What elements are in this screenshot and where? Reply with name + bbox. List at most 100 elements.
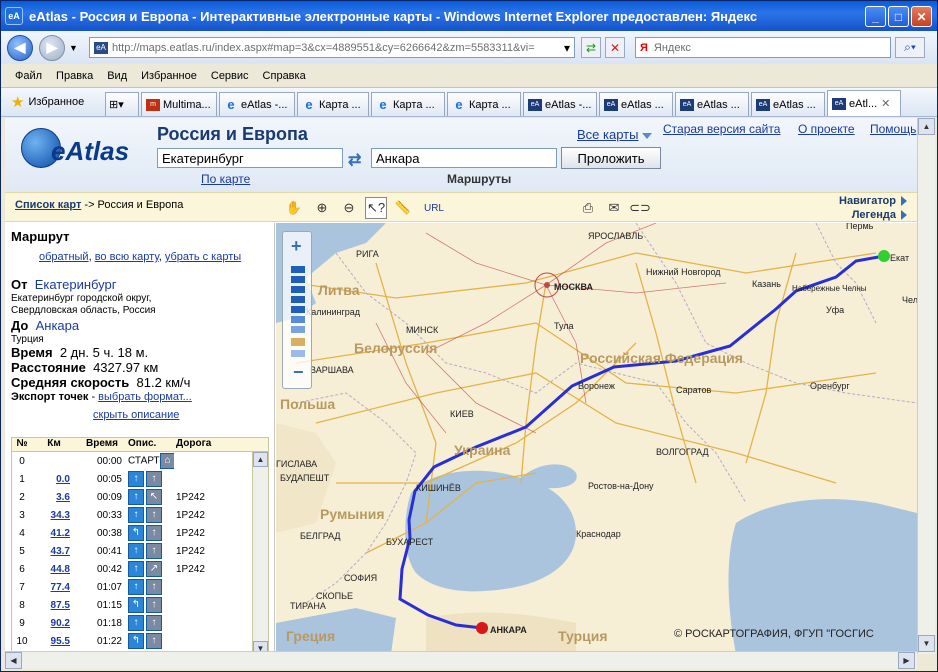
zoom-out-icon[interactable]: ⊖ xyxy=(338,197,360,219)
by-map-link[interactable]: По карте xyxy=(201,172,250,186)
zoom-slider-thumb[interactable] xyxy=(291,338,305,346)
search-go-icon[interactable]: ⌕▾ xyxy=(895,37,925,58)
info-pointer-icon[interactable]: ↖? xyxy=(365,197,387,219)
tab-eatlas-1[interactable]: e eAtlas -... xyxy=(219,92,295,116)
table-row[interactable]: 5 43.7 00:41 ↑ ↑ 1Р242 xyxy=(12,542,268,560)
link-icon[interactable]: ⊂⊃ xyxy=(629,197,651,219)
export-format-link[interactable]: выбрать формат... xyxy=(98,391,192,403)
scroll-right-icon[interactable]: ▶ xyxy=(898,652,915,669)
table-row[interactable]: 8 87.5 01:15 ↰ ↑ xyxy=(12,596,268,614)
ruler-icon[interactable]: 📏 xyxy=(392,197,414,219)
address-field[interactable]: eA http://maps.eatlas.ru/index.aspx#map=… xyxy=(89,37,575,58)
remove-link[interactable]: убрать с карты xyxy=(165,251,241,263)
zoom-plus-icon[interactable]: + xyxy=(291,236,302,257)
table-row[interactable]: 6 44.8 00:42 ↑ ↗ 1Р242 xyxy=(12,560,268,578)
url-dropdown-icon[interactable]: ▾ xyxy=(557,37,577,58)
zoom-minus-icon[interactable]: − xyxy=(293,362,304,383)
search-field[interactable]: Я Яндекс xyxy=(635,37,891,58)
old-version-link[interactable]: Старая версия сайта xyxy=(663,122,780,136)
step-km-link[interactable]: 43.7 xyxy=(32,546,76,557)
close-tab-icon[interactable]: ✕ xyxy=(881,97,890,110)
scroll-up-icon[interactable]: ▲ xyxy=(918,118,935,135)
refresh-icon[interactable]: ⇄ xyxy=(581,37,601,58)
zoom-level-segment[interactable] xyxy=(291,286,305,293)
zoom-level-segment[interactable] xyxy=(291,316,305,323)
table-row[interactable]: 7 77.4 01:07 ↑ ↑ xyxy=(12,578,268,596)
tab-eatlas-5[interactable]: eA eAtlas ... xyxy=(751,92,825,116)
tab-karta-1[interactable]: e Карта ... xyxy=(297,92,369,116)
table-row[interactable]: 9 90.2 01:18 ↑ ↑ xyxy=(12,614,268,632)
zoom-level-segment[interactable] xyxy=(291,306,305,313)
step-km-link[interactable]: 95.5 xyxy=(32,636,76,647)
map-view[interactable]: Литва Белоруссия Российская Федерация По… xyxy=(276,223,917,654)
menu-favorites[interactable]: Избранное xyxy=(141,70,197,82)
back-button[interactable]: ◀ xyxy=(7,34,33,61)
legend-link[interactable]: Легенда xyxy=(852,209,907,221)
table-scrollbar[interactable]: ▲ ▼ xyxy=(252,452,268,654)
reverse-link[interactable]: обратный xyxy=(39,251,89,263)
maximize-button[interactable]: □ xyxy=(888,6,909,27)
mail-icon[interactable]: ✉ xyxy=(603,197,625,219)
map-list-link[interactable]: Список карт xyxy=(15,199,81,211)
step-km-link[interactable]: 3.6 xyxy=(32,492,76,503)
step-km-link[interactable]: 44.8 xyxy=(32,564,76,575)
quick-tabs-button[interactable]: ⊞▾ xyxy=(105,92,139,116)
tab-karta-2[interactable]: e Карта ... xyxy=(371,92,445,116)
tab-eatlas-3[interactable]: eA eAtlas ... xyxy=(599,92,673,116)
forward-button[interactable]: ▶ xyxy=(39,34,65,61)
about-link[interactable]: О проекте xyxy=(798,122,855,136)
step-km-link[interactable]: 41.2 xyxy=(32,528,76,539)
step-km-link[interactable]: 34.3 xyxy=(32,510,76,521)
build-route-button[interactable]: Проложить xyxy=(561,147,661,169)
favorites-button[interactable]: ★ Избранное xyxy=(1,93,105,111)
tab-karta-3[interactable]: e Карта ... xyxy=(447,92,521,116)
print-icon[interactable]: ⎙ xyxy=(577,197,599,219)
step-km-link[interactable]: 90.2 xyxy=(32,618,76,629)
tab-eatlas-active[interactable]: eA eAtl... ✕ xyxy=(827,90,901,116)
table-row[interactable]: 1 0.0 00:05 ↑ ↑ xyxy=(12,470,268,488)
scroll-up-icon[interactable]: ▲ xyxy=(253,452,268,467)
page-horizontal-scrollbar[interactable]: ◀ ▶ xyxy=(5,651,917,669)
zoom-level-segment[interactable] xyxy=(291,276,305,283)
table-row[interactable]: 3 34.3 00:33 ↑ ↑ 1Р242 xyxy=(12,506,268,524)
step-km-link[interactable]: 0.0 xyxy=(32,474,76,485)
tab-eatlas-2[interactable]: eA eAtlas -... xyxy=(523,92,597,116)
navigator-link[interactable]: Навигатор xyxy=(839,195,907,207)
table-row[interactable]: 10 95.5 01:22 ↰ ↑ xyxy=(12,632,268,650)
zoom-in-icon[interactable]: ⊕ xyxy=(311,197,333,219)
zoom-level-segment[interactable] xyxy=(291,296,305,303)
from-input[interactable]: Екатеринбург xyxy=(157,148,343,168)
hide-description-link[interactable]: скрыть описание xyxy=(93,409,179,421)
step-km-link[interactable]: 87.5 xyxy=(32,600,76,611)
history-dropdown-icon[interactable]: ▼ xyxy=(69,43,78,53)
zoom-level-segment[interactable] xyxy=(291,266,305,273)
close-button[interactable]: ✕ xyxy=(911,6,932,27)
scroll-down-icon[interactable]: ▼ xyxy=(918,635,935,652)
help-link[interactable]: Помощь xyxy=(870,122,916,136)
tab-multimap[interactable]: m Multima... xyxy=(141,92,217,116)
table-row[interactable]: 2 3.6 00:09 ↑ ↖ 1Р242 xyxy=(12,488,268,506)
whole-map-link[interactable]: во всю карту xyxy=(95,251,159,263)
tab-eatlas-4[interactable]: eA eAtlas ... xyxy=(675,92,749,116)
menu-tools[interactable]: Сервис xyxy=(211,70,249,82)
menu-view[interactable]: Вид xyxy=(107,70,127,82)
table-row[interactable]: 4 41.2 00:38 ↰ ↑ 1Р242 xyxy=(12,524,268,542)
stop-icon[interactable]: ✕ xyxy=(605,37,625,58)
pan-hand-icon[interactable]: ✋ xyxy=(283,197,305,219)
zoom-level-segment[interactable] xyxy=(291,350,305,357)
table-row[interactable]: 0 00:00 СТАРТ ⌂ xyxy=(12,452,268,470)
to-input[interactable]: Анкара xyxy=(371,148,557,168)
zoom-level-segment[interactable] xyxy=(291,326,305,333)
minimize-button[interactable]: _ xyxy=(865,6,886,27)
page-vertical-scrollbar[interactable]: ▲ ▼ xyxy=(917,118,935,654)
menu-edit[interactable]: Правка xyxy=(56,70,93,82)
step-km-link[interactable]: 77.4 xyxy=(32,582,76,593)
zoom-control[interactable]: + − xyxy=(282,231,312,389)
menu-help[interactable]: Справка xyxy=(263,70,306,82)
scroll-left-icon[interactable]: ◀ xyxy=(5,652,22,669)
swap-icon[interactable]: ⇄ xyxy=(348,150,361,170)
eatlas-logo[interactable]: eAtlas xyxy=(21,126,143,172)
menu-file[interactable]: Файл xyxy=(15,70,42,82)
all-maps-dropdown[interactable]: Все карты xyxy=(577,127,653,142)
url-link[interactable]: URL xyxy=(421,197,447,219)
